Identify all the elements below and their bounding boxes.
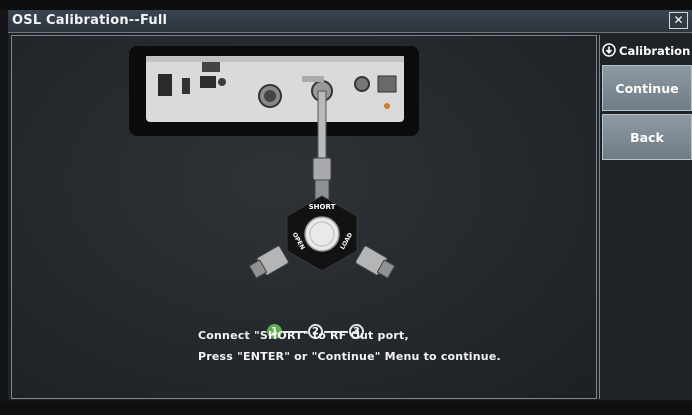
softkey-menu-header[interactable]: Calibration — [600, 41, 692, 61]
screen-bezel — [0, 0, 692, 10]
dialog-title: OSL Calibration--Full — [12, 13, 168, 28]
down-arrow-circle-icon — [602, 43, 616, 57]
softkey-menu-title: Calibration — [619, 44, 691, 58]
instruction-panel: SHORT OPEN LOAD 1 2 3 Connect "SHORT" to… — [11, 35, 597, 399]
instruction-line-2: Press "ENTER" or "Continue" Menu to cont… — [198, 350, 501, 363]
screen-bezel-bottom — [0, 401, 692, 415]
device-illustration: SHORT OPEN LOAD — [129, 46, 419, 279]
calibration-dialog: OSL Calibration--Full ✕ SHORT OPEN LOAD … — [8, 10, 692, 400]
softkey-menu: Calibration Continue Back — [599, 35, 692, 399]
back-button[interactable]: Back — [602, 114, 692, 160]
cable — [317, 90, 327, 160]
short-label: SHORT — [309, 203, 336, 211]
close-button[interactable]: ✕ — [669, 12, 688, 29]
continue-button[interactable]: Continue — [602, 65, 692, 111]
instruction-line-1: Connect "SHORT" to RF Out port, — [198, 329, 409, 342]
title-bar: OSL Calibration--Full ✕ — [8, 10, 692, 33]
